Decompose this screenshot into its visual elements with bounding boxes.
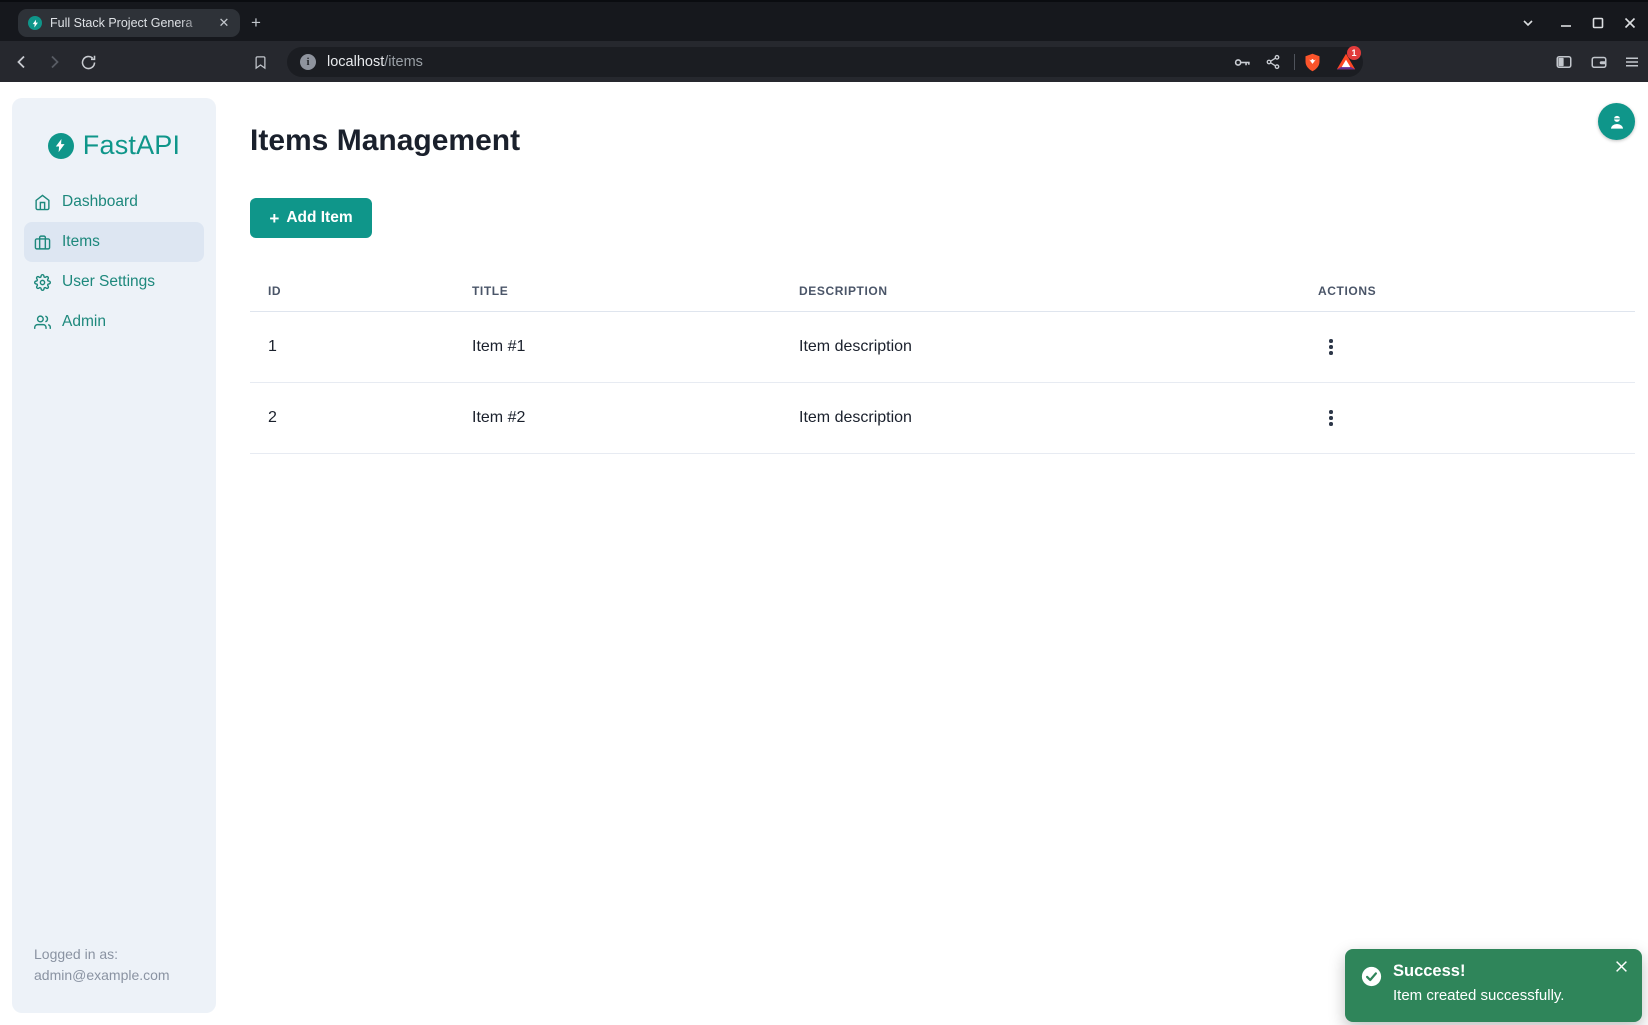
fastapi-favicon-icon (28, 16, 42, 30)
column-header-id: ID (250, 284, 454, 298)
rewards-badge: 1 (1347, 46, 1361, 60)
items-table: ID TITLE DESCRIPTION ACTIONS 1 Item #1 I… (250, 270, 1635, 454)
toast-close-icon[interactable] (1612, 957, 1630, 975)
url-path: /items (384, 54, 423, 70)
add-item-label: Add Item (286, 209, 352, 227)
wallet-icon[interactable] (1587, 50, 1611, 74)
row-actions-menu-icon[interactable] (1318, 403, 1344, 433)
cell-title: Item #1 (454, 338, 781, 356)
forward-button[interactable] (42, 50, 66, 74)
window-close-button[interactable] (1624, 2, 1636, 43)
logged-in-info: Logged in as: admin@example.com (34, 944, 170, 986)
tab-strip: Full Stack Project Genera ✕ + (0, 0, 1648, 41)
sidebar-item-label: Items (62, 233, 100, 251)
browser-window: Full Stack Project Genera ✕ + (0, 0, 1648, 1025)
add-item-button[interactable]: + Add Item (250, 198, 372, 238)
tab-title: Full Stack Project Genera (50, 16, 216, 30)
app-sidebar: FastAPI Dashboard Items User Settings Ad… (12, 98, 216, 1013)
menu-icon[interactable] (1620, 50, 1644, 74)
cell-description: Item description (781, 409, 1300, 427)
minimize-button[interactable] (1560, 2, 1572, 43)
reload-button[interactable] (76, 50, 100, 74)
new-tab-button[interactable]: + (244, 11, 268, 35)
row-actions-menu-icon[interactable] (1318, 332, 1344, 362)
users-icon (34, 314, 51, 331)
check-circle-icon (1361, 966, 1382, 987)
url-host: localhost (327, 54, 384, 70)
url-text: localhost/items (327, 54, 423, 70)
sidebar-item-dashboard[interactable]: Dashboard (24, 182, 204, 222)
user-icon (1607, 112, 1627, 132)
fastapi-bolt-icon (48, 133, 74, 159)
back-button[interactable] (10, 50, 34, 74)
cell-title: Item #2 (454, 409, 781, 427)
tab-close-icon[interactable]: ✕ (216, 15, 232, 31)
cell-id: 2 (250, 409, 454, 427)
sidebar-item-items[interactable]: Items (24, 222, 204, 262)
column-header-title: TITLE (454, 284, 781, 298)
briefcase-icon (34, 234, 51, 251)
password-key-icon[interactable] (1231, 47, 1253, 77)
cell-id: 1 (250, 338, 454, 356)
browser-toolbar: i localhost/items 1 (0, 41, 1648, 82)
brave-shield-icon[interactable] (1300, 47, 1324, 77)
toolbar-divider (1294, 54, 1295, 70)
tab-search-icon[interactable] (1522, 2, 1534, 43)
table-header-row: ID TITLE DESCRIPTION ACTIONS (250, 270, 1635, 312)
toast-message: Item created successfully. (1393, 987, 1564, 1004)
brave-rewards-icon[interactable]: 1 (1335, 51, 1357, 73)
logo-text: FastAPI (83, 130, 180, 161)
table-row: 1 Item #1 Item description (250, 312, 1635, 383)
logged-in-label: Logged in as: (34, 944, 170, 965)
bookmark-icon[interactable] (248, 50, 272, 74)
site-info-icon[interactable]: i (300, 54, 316, 70)
cell-description: Item description (781, 338, 1300, 356)
fastapi-logo: FastAPI (12, 130, 216, 161)
browser-tab[interactable]: Full Stack Project Genera ✕ (18, 9, 240, 37)
plus-icon: + (269, 210, 279, 227)
logged-in-email: admin@example.com (34, 965, 170, 986)
sidebar-item-label: Admin (62, 313, 106, 331)
column-header-actions: ACTIONS (1300, 284, 1635, 298)
sidebar-item-user-settings[interactable]: User Settings (24, 262, 204, 302)
sidebar-item-label: Dashboard (62, 193, 138, 211)
sidebar-nav: Dashboard Items User Settings Admin (12, 182, 216, 342)
sidebar-item-label: User Settings (62, 273, 155, 291)
success-toast: Success! Item created successfully. (1345, 949, 1642, 1022)
page-title: Items Management (250, 124, 520, 158)
address-bar[interactable]: i localhost/items 1 (287, 47, 1363, 77)
sidebar-panel-icon[interactable] (1552, 50, 1576, 74)
maximize-button[interactable] (1592, 2, 1604, 43)
toast-title: Success! (1393, 962, 1465, 981)
sidebar-item-admin[interactable]: Admin (24, 302, 204, 342)
gear-icon (34, 274, 51, 291)
home-icon (34, 194, 51, 211)
share-icon[interactable] (1262, 47, 1284, 77)
user-avatar-button[interactable] (1598, 103, 1635, 140)
column-header-description: DESCRIPTION (781, 284, 1300, 298)
table-row: 2 Item #2 Item description (250, 383, 1635, 454)
